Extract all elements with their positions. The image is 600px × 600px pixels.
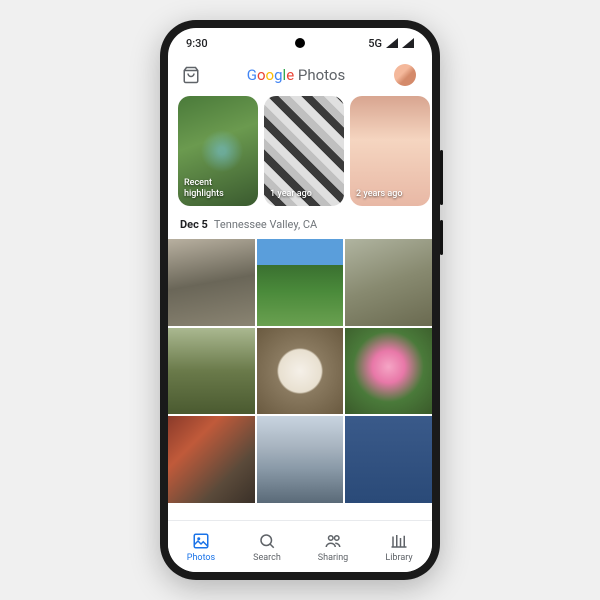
memory-label: 1 year ago bbox=[270, 189, 312, 200]
photos-icon bbox=[191, 531, 211, 551]
nav-label: Photos bbox=[187, 553, 215, 563]
search-icon bbox=[257, 531, 277, 551]
bottom-nav: Photos Search Sharing Library bbox=[168, 520, 432, 572]
volume-button bbox=[440, 150, 443, 205]
nav-label: Library bbox=[385, 553, 412, 563]
status-time: 9:30 bbox=[186, 37, 208, 50]
section-date: Dec 5 bbox=[180, 218, 208, 231]
screen: 9:30 5G Google Photos Recent highlights … bbox=[168, 28, 432, 572]
section-location: Tennessee Valley, CA bbox=[214, 218, 317, 231]
photo-thumb[interactable] bbox=[345, 416, 432, 503]
signal-icon bbox=[386, 38, 398, 48]
nav-library[interactable]: Library bbox=[366, 531, 432, 563]
photo-thumb[interactable] bbox=[257, 239, 344, 326]
photo-thumb[interactable] bbox=[257, 328, 344, 415]
avatar[interactable] bbox=[392, 62, 418, 88]
photo-thumb[interactable] bbox=[168, 328, 255, 415]
power-button bbox=[440, 220, 443, 255]
photo-thumb[interactable] bbox=[257, 416, 344, 503]
app-title: Google Photos bbox=[247, 66, 345, 84]
section-header: Dec 5 Tennessee Valley, CA bbox=[168, 216, 432, 239]
memories-carousel[interactable]: Recent highlights 1 year ago 2 years ago bbox=[168, 96, 432, 216]
nav-label: Search bbox=[253, 553, 281, 563]
memory-card[interactable]: Recent highlights bbox=[178, 96, 258, 206]
network-label: 5G bbox=[368, 37, 382, 50]
nav-photos[interactable]: Photos bbox=[168, 531, 234, 563]
nav-label: Sharing bbox=[318, 553, 348, 563]
memory-label: 2 years ago bbox=[356, 189, 403, 200]
front-camera bbox=[295, 38, 305, 48]
memory-card[interactable]: 2 years ago bbox=[350, 96, 430, 206]
photo-thumb[interactable] bbox=[345, 328, 432, 415]
signal-icon-2 bbox=[402, 38, 414, 48]
phone-frame: 9:30 5G Google Photos Recent highlights … bbox=[160, 20, 440, 580]
memory-label: Recent highlights bbox=[184, 178, 252, 200]
photo-grid bbox=[168, 239, 432, 503]
shop-icon[interactable] bbox=[182, 66, 200, 84]
nav-search[interactable]: Search bbox=[234, 531, 300, 563]
library-icon bbox=[389, 531, 409, 551]
photo-feed[interactable]: Dec 5 Tennessee Valley, CA bbox=[168, 216, 432, 520]
photo-thumb[interactable] bbox=[345, 239, 432, 326]
memory-card[interactable]: 1 year ago bbox=[264, 96, 344, 206]
status-right: 5G bbox=[368, 37, 414, 50]
sharing-icon bbox=[323, 531, 343, 551]
app-header: Google Photos bbox=[168, 58, 432, 96]
photo-thumb[interactable] bbox=[168, 416, 255, 503]
photo-thumb[interactable] bbox=[168, 239, 255, 326]
nav-sharing[interactable]: Sharing bbox=[300, 531, 366, 563]
